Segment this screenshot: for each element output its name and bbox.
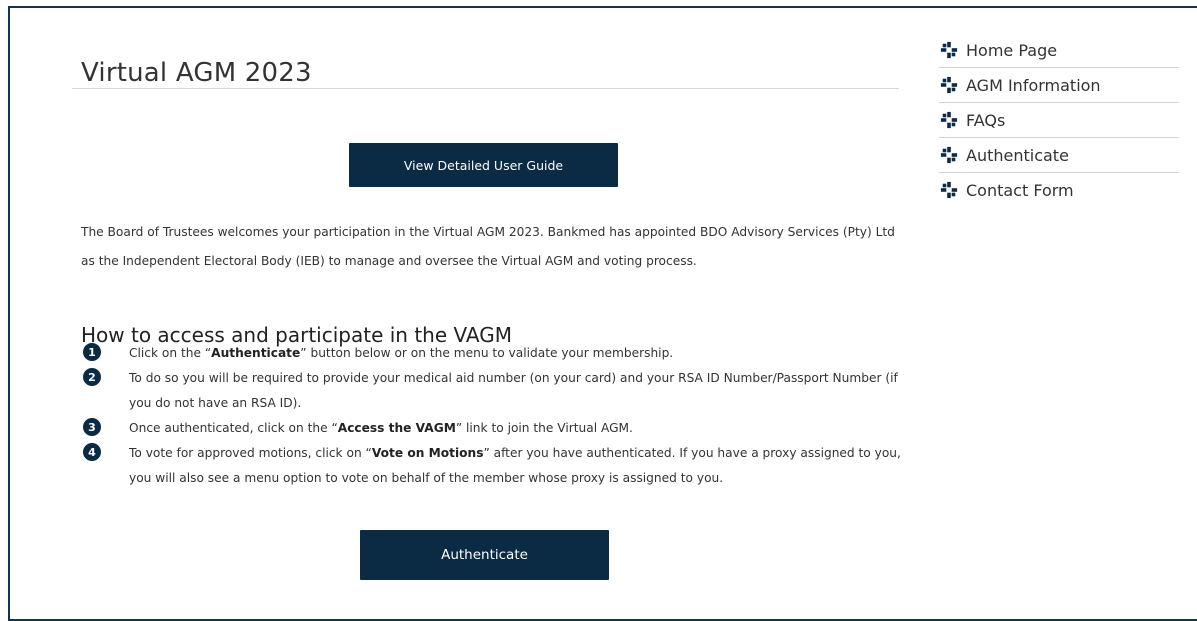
step-item: 1 Click on the “Authenticate” button belo…: [81, 341, 901, 366]
sidebar-menu: Home Page AGM Information FAQs Authentic…: [939, 33, 1179, 207]
intro-paragraph: The Board of Trustees welcomes your part…: [81, 225, 895, 268]
step-text-before: Click on the “: [129, 346, 212, 360]
step-number-badge: 1: [83, 343, 101, 361]
bankmed-cross-icon: [940, 76, 958, 94]
bankmed-cross-icon: [940, 41, 958, 59]
sidebar-item-home-page[interactable]: Home Page: [939, 33, 1179, 68]
sidebar-item-label: Contact Form: [966, 180, 1074, 200]
step-item: 2 To do so you will be required to provid…: [81, 366, 901, 416]
sidebar-item-contact-form[interactable]: Contact Form: [939, 173, 1179, 207]
authenticate-button[interactable]: Authenticate: [360, 530, 609, 580]
step-number-badge: 3: [83, 418, 101, 436]
step-text-before: Once authenticated, click on the “: [129, 421, 338, 435]
step-text-after: ” link to join the Virtual AGM.: [455, 421, 633, 435]
sidebar-item-authenticate[interactable]: Authenticate: [939, 138, 1179, 173]
step-text-bold: Authenticate: [211, 346, 301, 360]
sidebar-item-label: FAQs: [966, 110, 1006, 130]
bankmed-cross-icon: [940, 181, 958, 199]
page-title: Virtual AGM 2023: [81, 58, 312, 89]
step-item: 4 To vote for approved motions, click on …: [81, 441, 901, 491]
access-steps-list: 1 Click on the “Authenticate” button belo…: [81, 341, 901, 491]
step-text-before: To do so you will be required to provide…: [129, 371, 898, 410]
sidebar-item-label: AGM Information: [966, 75, 1101, 95]
step-text-after: ” button below or on the menu to validat…: [300, 346, 674, 360]
step-text-before: To vote for approved motions, click on “: [129, 446, 372, 460]
step-text-bold: Vote on Motions: [371, 446, 484, 460]
sidebar-item-label: Authenticate: [966, 145, 1069, 165]
sidebar-item-agm-information[interactable]: AGM Information: [939, 68, 1179, 103]
step-text-bold: Access the VAGM: [337, 421, 456, 435]
sidebar-item-faqs[interactable]: FAQs: [939, 103, 1179, 138]
title-divider: [72, 88, 899, 89]
step-number-badge: 4: [83, 443, 101, 461]
bankmed-cross-icon: [940, 146, 958, 164]
view-user-guide-button[interactable]: View Detailed User Guide: [349, 143, 618, 187]
step-number-badge: 2: [83, 368, 101, 386]
sidebar-item-label: Home Page: [966, 40, 1058, 60]
bankmed-cross-icon: [940, 111, 958, 129]
step-item: 3 Once authenticated, click on the “Acces…: [81, 416, 901, 441]
